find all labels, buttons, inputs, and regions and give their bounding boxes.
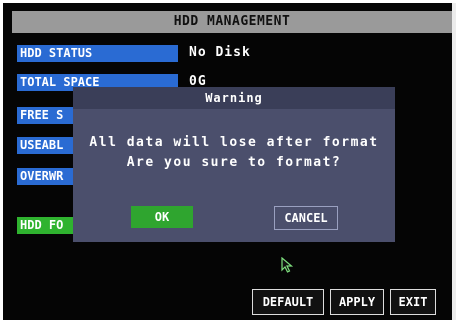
apply-button[interactable]: APPLY bbox=[330, 289, 384, 315]
cancel-button[interactable]: CANCEL bbox=[274, 206, 338, 230]
warning-dialog: Warning All data will lose after format … bbox=[73, 87, 395, 242]
title-bar: HDD MANAGEMENT bbox=[12, 11, 452, 33]
dialog-message-line1: All data will lose after format bbox=[89, 135, 379, 150]
default-button[interactable]: DEFAULT bbox=[252, 289, 324, 315]
dialog-title: Warning bbox=[73, 87, 395, 109]
page-title: HDD MANAGEMENT bbox=[173, 14, 291, 29]
dialog-message-line2: Are you sure to format? bbox=[126, 155, 342, 170]
scrollbar[interactable] bbox=[452, 3, 456, 320]
hdd-status-value: No Disk bbox=[189, 45, 251, 60]
mouse-pointer-icon bbox=[281, 256, 294, 277]
exit-button[interactable]: EXIT bbox=[390, 289, 436, 315]
hdd-status-label: HDD STATUS bbox=[17, 45, 178, 62]
dvr-screen: HDD MANAGEMENT HDD STATUS No Disk TOTAL … bbox=[3, 3, 455, 320]
ok-button[interactable]: OK bbox=[131, 206, 193, 228]
